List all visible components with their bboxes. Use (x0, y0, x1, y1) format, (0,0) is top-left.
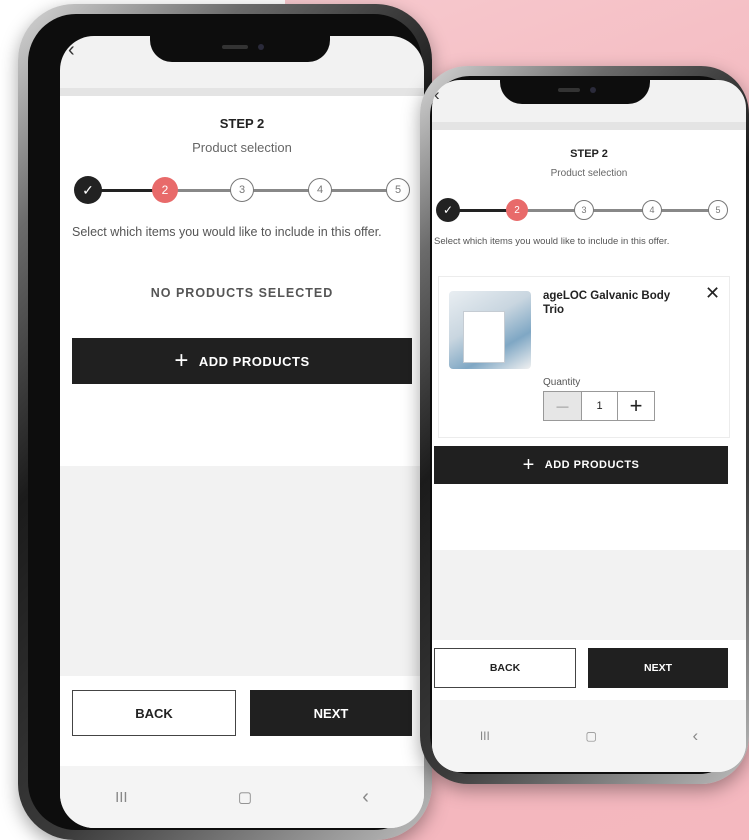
speaker-icon (558, 88, 580, 92)
step-2-node: 2 (506, 199, 528, 221)
step-title: STEP 2 (570, 148, 608, 160)
home-icon[interactable]: ▢ (586, 729, 597, 743)
back-button[interactable]: BACK (434, 648, 576, 688)
instructions-text: Select which items you would like to inc… (434, 236, 670, 247)
quantity-value[interactable]: 1 (582, 392, 618, 420)
quantity-stepper: — 1 + (543, 391, 655, 421)
step-4-node: 4 (308, 178, 332, 202)
product-box-graphic (463, 311, 505, 363)
back-button[interactable]: BACK (72, 690, 236, 736)
step-3-node: 3 (230, 178, 254, 202)
plus-icon: + (174, 347, 189, 374)
recent-apps-icon[interactable]: III (480, 729, 490, 743)
footer-actions: BACK NEXT (432, 640, 746, 700)
android-nav-bar: III ▢ ‹ (60, 766, 424, 828)
phone-notch (150, 36, 330, 62)
stepper-line-pending (516, 209, 716, 212)
step-content: STEP 2 Product selection ✓ 2 3 4 5 Selec… (432, 122, 746, 550)
recent-apps-icon[interactable]: III (115, 789, 128, 806)
progress-stepper: ✓ 2 3 4 5 (74, 176, 412, 206)
product-name: ageLOC Galvanic Body Trio (543, 290, 671, 317)
empty-state-label: NO PRODUCTS SELECTED (150, 286, 334, 300)
decrease-quantity-button[interactable]: — (544, 392, 582, 420)
home-icon[interactable]: ▢ (238, 788, 252, 806)
increase-quantity-button[interactable]: + (618, 392, 654, 420)
step-4-node: 4 (642, 200, 662, 220)
back-arrow-icon[interactable]: ‹ (68, 40, 75, 60)
stepper-line-pending (164, 189, 394, 192)
instructions-text: Select which items you would like to inc… (72, 225, 382, 239)
step-1-check-icon: ✓ (74, 176, 102, 204)
step-5-node: 5 (386, 178, 410, 202)
step-3-node: 3 (574, 200, 594, 220)
next-button[interactable]: NEXT (588, 648, 728, 688)
step-1-check-icon: ✓ (436, 198, 460, 222)
android-nav-bar: III ▢ ‹ (432, 700, 746, 772)
add-products-label: ADD PRODUCTS (198, 353, 310, 369)
step-subtitle: Product selection (192, 140, 292, 155)
step-content: STEP 2 Product selection ✓ 2 3 4 5 Selec… (60, 88, 424, 466)
add-products-button[interactable]: + ADD PRODUCTS (72, 338, 412, 384)
step-2-node: 2 (152, 177, 178, 203)
step-5-node: 5 (708, 200, 728, 220)
next-button[interactable]: NEXT (250, 690, 412, 736)
add-products-button[interactable]: + ADD PRODUCTS (434, 446, 728, 484)
nav-back-icon[interactable]: ‹ (693, 726, 699, 746)
phone-screen: ‹ STEP 2 Product selection ✓ 2 3 4 5 Sel… (60, 36, 424, 828)
product-card: ageLOC Galvanic Body Trio ✕ Quantity — 1… (438, 276, 730, 438)
quantity-label: Quantity (543, 377, 581, 388)
camera-icon (258, 44, 264, 50)
plus-icon: + (522, 453, 535, 476)
add-products-label: ADD PRODUCTS (544, 459, 640, 471)
footer-actions: BACK NEXT (60, 676, 424, 766)
product-image (449, 291, 531, 369)
speaker-icon (222, 45, 248, 49)
phone-notch (500, 80, 650, 104)
step-title: STEP 2 (219, 116, 265, 131)
remove-product-close-icon[interactable]: ✕ (705, 283, 720, 304)
phone-product-selected: ‹ STEP 2 Product selection ✓ 2 3 4 5 Sel… (420, 66, 749, 784)
step-subtitle: Product selection (550, 168, 628, 179)
phone-screen: ‹ STEP 2 Product selection ✓ 2 3 4 5 Sel… (432, 80, 746, 772)
back-arrow-icon[interactable]: ‹ (434, 86, 440, 103)
camera-icon (590, 87, 596, 93)
phone-empty-state: ‹ STEP 2 Product selection ✓ 2 3 4 5 Sel… (18, 4, 432, 840)
progress-stepper: ✓ 2 3 4 5 (436, 198, 730, 222)
nav-back-icon[interactable]: ‹ (362, 786, 369, 809)
